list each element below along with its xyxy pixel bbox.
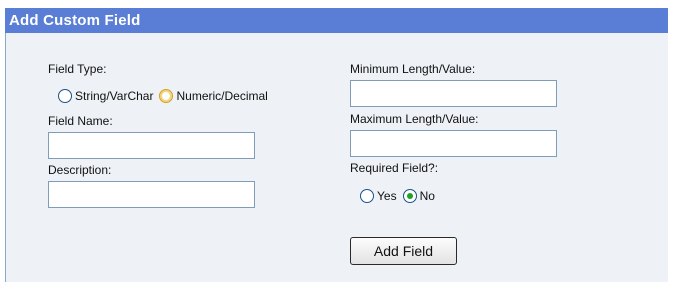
add-field-button[interactable]: Add Field (350, 237, 457, 265)
minimum-length-label: Minimum Length/Value: (350, 62, 476, 76)
field-type-radio-group: String/VarChar Numeric/Decimal (58, 89, 274, 103)
required-field-label: Required Field?: (350, 161, 439, 175)
required-yes-label: Yes (377, 189, 397, 203)
field-name-input[interactable] (48, 132, 255, 159)
minimum-length-input[interactable] (350, 80, 557, 107)
maximum-length-label: Maximum Length/Value: (350, 112, 479, 126)
description-input[interactable] (48, 181, 255, 208)
maximum-length-input[interactable] (350, 130, 557, 157)
string-varchar-radio[interactable] (58, 89, 72, 103)
field-name-label: Field Name: (48, 114, 113, 128)
numeric-decimal-label: Numeric/Decimal (176, 89, 268, 103)
required-radio-group: Yes No (360, 189, 441, 203)
string-varchar-label: String/VarChar (75, 89, 154, 103)
field-type-label: Field Type: (48, 62, 107, 76)
required-yes-radio[interactable] (360, 189, 374, 203)
panel-title: Add Custom Field (5, 8, 668, 33)
required-no-radio[interactable] (402, 189, 417, 203)
description-label: Description: (48, 163, 112, 177)
required-no-label: No (419, 189, 435, 203)
numeric-decimal-radio[interactable] (159, 89, 174, 103)
